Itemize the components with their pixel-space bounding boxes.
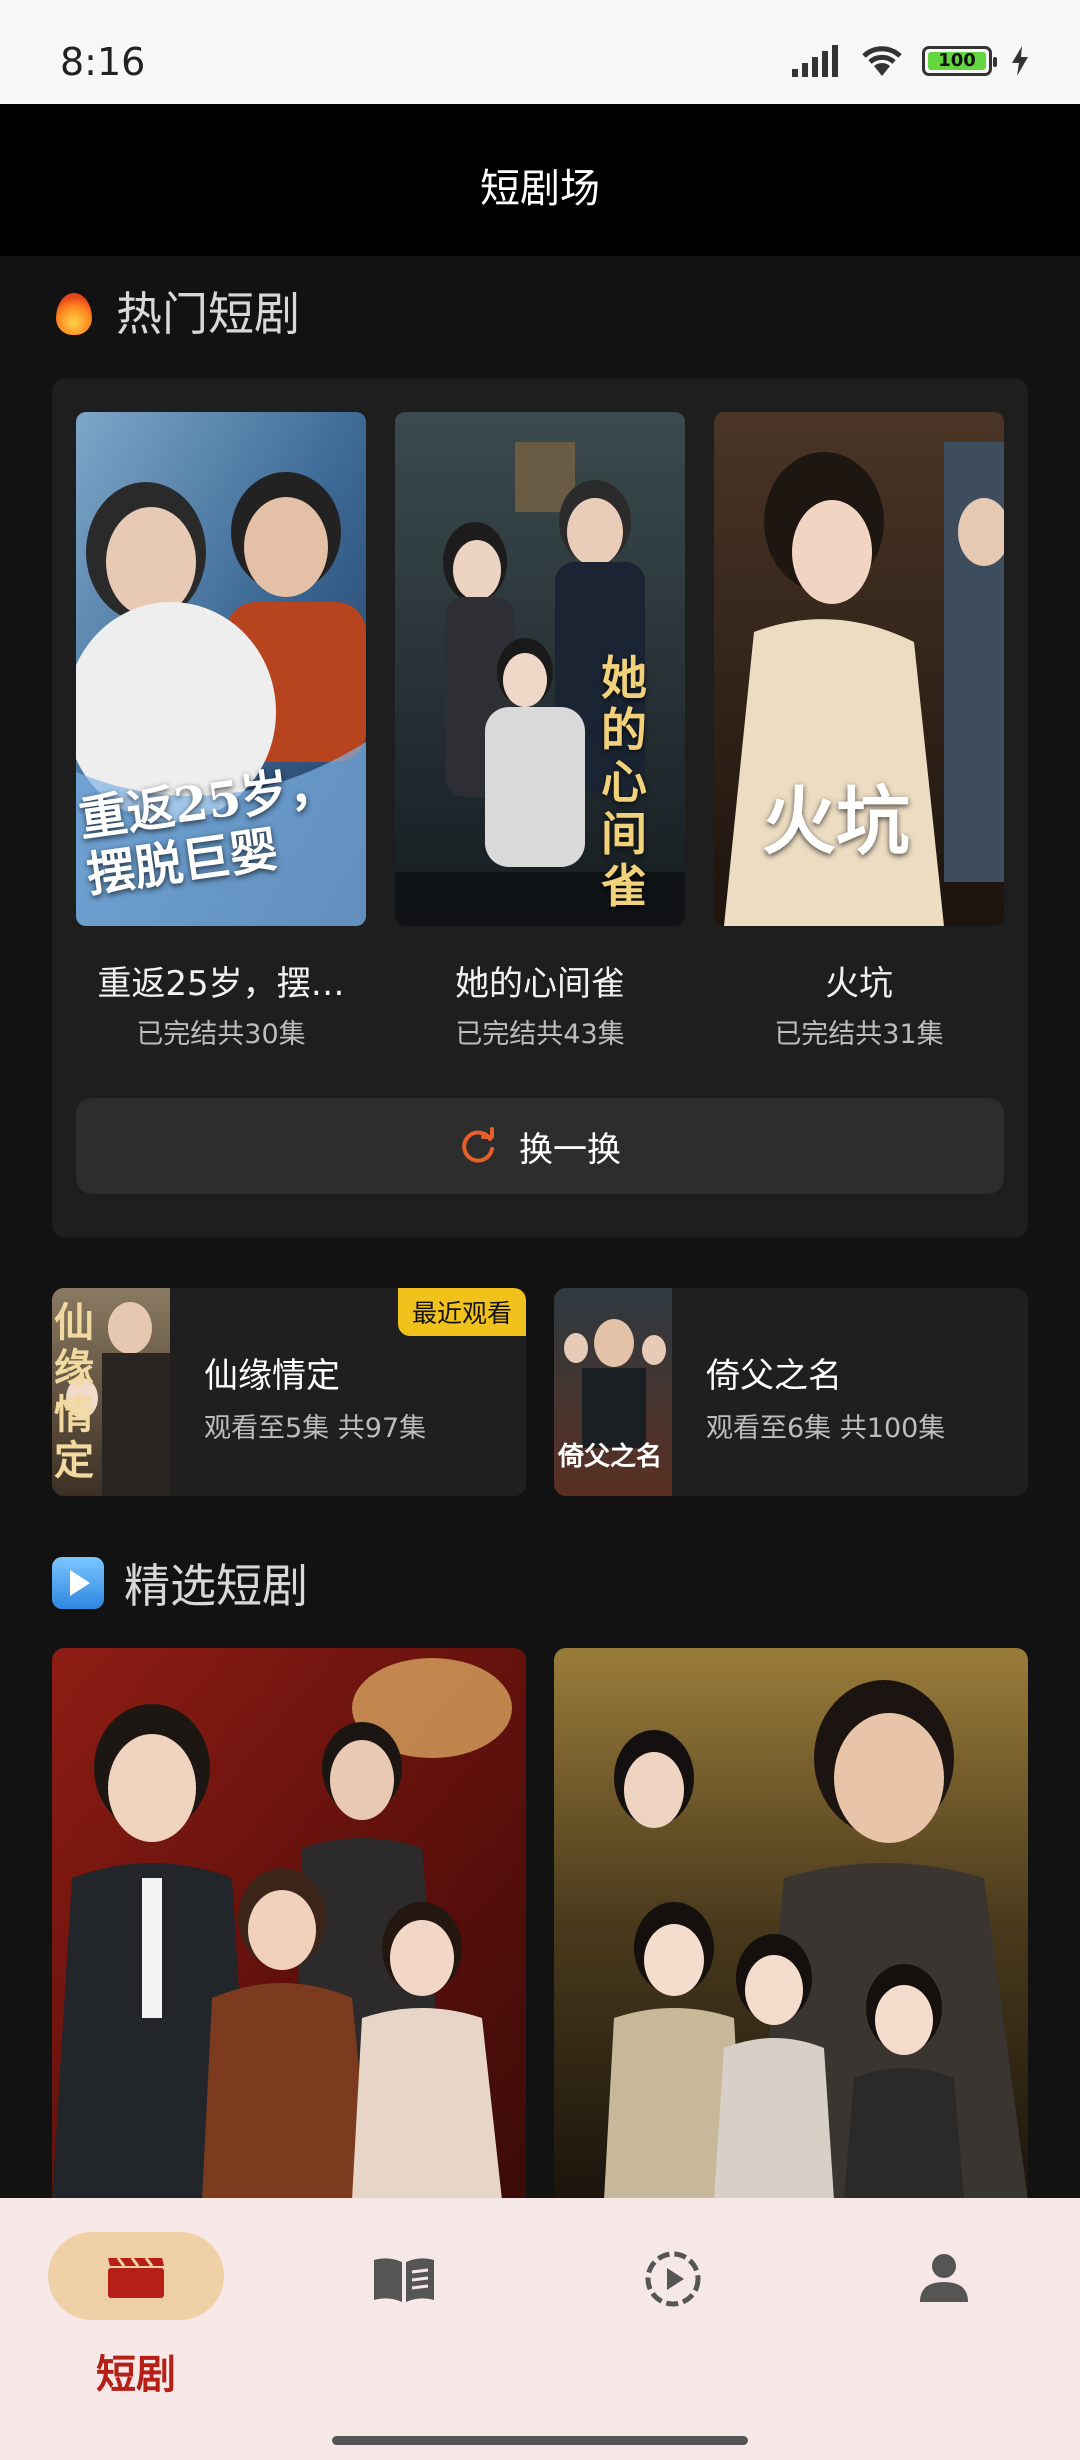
person-icon — [920, 2254, 968, 2302]
nav-tab-profile[interactable] — [856, 2232, 1036, 2392]
recent-1-progress: 观看至5集 共97集 — [204, 1413, 427, 1444]
app-bar: 短剧场 — [0, 104, 1080, 256]
recent-card-1[interactable]: 仙缘情定 仙缘情定 观看至5集 共97集 最近观看 — [52, 1288, 526, 1496]
swap-label: 换一换 — [519, 1129, 621, 1170]
recent-card-2[interactable]: 倚父之名 倚父之名 观看至6集 共100集 — [554, 1288, 1028, 1496]
nav-tab-reading[interactable] — [314, 2232, 494, 2392]
hot-section-header: 热门短剧 — [52, 278, 300, 344]
recent-2-title: 倚父之名 — [706, 1356, 842, 1396]
status-bar: 8:16 100 — [0, 0, 1080, 104]
hot-item-2-name[interactable]: 她的心间雀 — [395, 956, 685, 1005]
play-icon — [52, 1557, 104, 1609]
hot-poster-3[interactable]: 火坑 — [714, 412, 1004, 926]
bottom-navigation: 短剧 — [0, 2198, 1080, 2460]
refresh-icon — [462, 1127, 494, 1163]
hot-item-3-meta: 已完结共31集 — [774, 1019, 944, 1050]
hot-item-3-name[interactable]: 火坑 — [714, 956, 1004, 1005]
poster-3-title-art: 火坑 — [762, 779, 910, 865]
page-title: 短剧场 — [480, 166, 600, 212]
hot-poster-2[interactable]: 她的心间雀 — [395, 412, 685, 926]
hot-poster-1[interactable]: 重返25岁，摆脱巨婴 — [76, 412, 366, 926]
featured-section-header: 精选短剧 — [52, 1550, 308, 1616]
clapperboard-icon — [108, 2257, 164, 2298]
hot-item-1-meta: 已完结共30集 — [136, 1019, 306, 1050]
hot-section-title: 热门短剧 — [116, 287, 300, 341]
battery-icon: 100 — [922, 46, 997, 76]
hot-card: 重返25岁，摆脱巨婴 重返25岁，摆… 已完结共30集 她的心间雀 她的心间雀 … — [52, 378, 1028, 1238]
recent-1-title: 仙缘情定 — [204, 1356, 340, 1396]
book-icon — [374, 2258, 434, 2302]
recent-watch-badge: 最近观看 — [397, 1288, 526, 1336]
poster-2-title-art: 她的心间雀 — [601, 651, 647, 913]
recent-2-progress: 观看至6集 共100集 — [706, 1413, 946, 1444]
hot-item-2-meta: 已完结共43集 — [455, 1019, 625, 1050]
fire-icon — [52, 287, 96, 335]
recent-2-poster-art: 倚父之名 — [558, 1442, 663, 1472]
featured-poster-2[interactable] — [554, 1648, 1028, 2200]
charging-icon — [1012, 46, 1028, 76]
play-circle-icon — [645, 2251, 701, 2307]
nav-tab-video[interactable] — [584, 2232, 764, 2392]
featured-section-title: 精选短剧 — [124, 1559, 308, 1613]
status-icons: 100 — [792, 44, 1030, 78]
featured-poster-1[interactable] — [52, 1648, 526, 2200]
signal-icon — [792, 45, 838, 77]
nav-tab-drama-label: 短剧 — [96, 2352, 176, 2398]
swap-button[interactable]: 换一换 — [76, 1098, 1004, 1194]
home-indicator[interactable] — [332, 2436, 748, 2445]
hot-item-1-name[interactable]: 重返25岁，摆… — [76, 956, 366, 1005]
wifi-icon — [862, 46, 902, 76]
recent-1-poster-art: 仙缘情定 — [54, 1299, 94, 1484]
nav-tab-drama[interactable]: 短剧 — [48, 2232, 228, 2398]
status-time: 8:16 — [60, 40, 146, 84]
